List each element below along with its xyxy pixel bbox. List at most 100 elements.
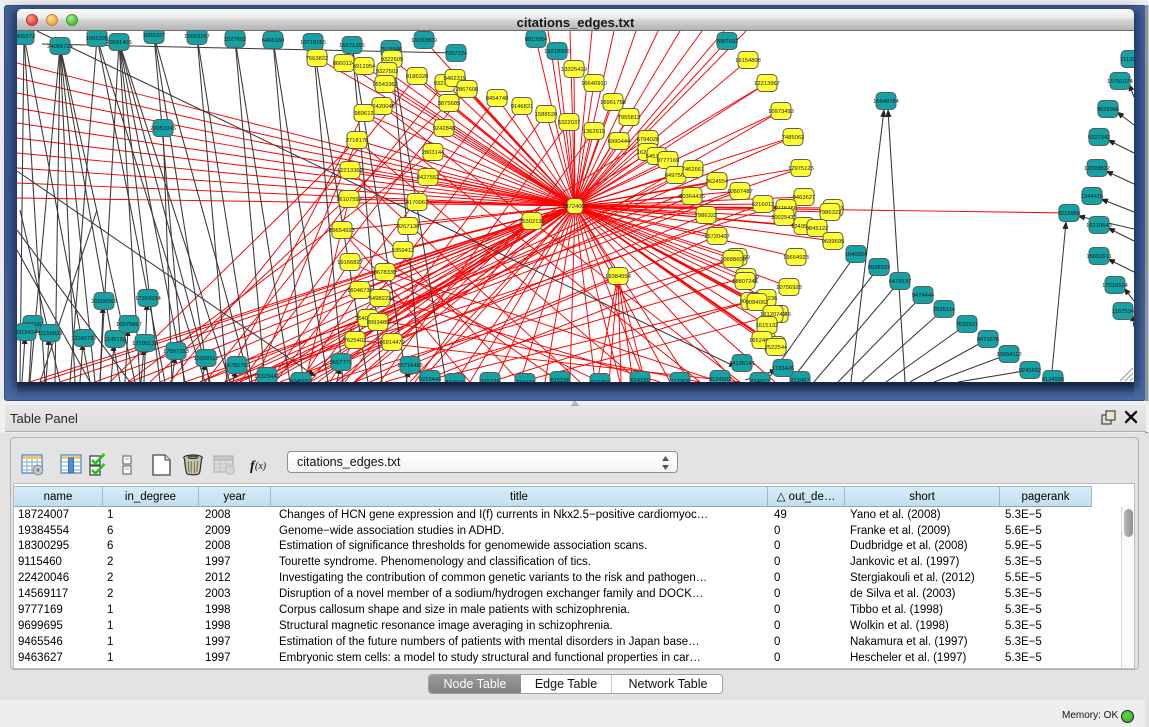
- svg-text:8471676: 8471676: [977, 337, 1000, 343]
- svg-text:9474444: 9474444: [912, 293, 935, 299]
- svg-text:10719155: 10719155: [300, 40, 326, 46]
- svg-text:18724007: 18724007: [562, 204, 588, 210]
- svg-text:7955812: 7955812: [618, 115, 641, 121]
- svg-text:2803144: 2803144: [422, 150, 445, 156]
- svg-text:10653267: 10653267: [184, 34, 210, 40]
- svg-text:1112934: 1112934: [1120, 57, 1134, 63]
- svg-text:1733426: 1733426: [772, 366, 795, 372]
- svg-text:9227342: 9227342: [1088, 135, 1111, 141]
- svg-text:3267130: 3267130: [397, 224, 420, 230]
- svg-text:7625402: 7625402: [344, 338, 367, 344]
- svg-text:25302135: 25302135: [519, 219, 545, 225]
- svg-text:2405572: 2405572: [17, 34, 35, 40]
- svg-text:12093822: 12093822: [1084, 166, 1110, 172]
- svg-text:8124505: 8124505: [1042, 377, 1065, 382]
- svg-text:15720407: 15720407: [704, 234, 730, 240]
- svg-text:15716485: 15716485: [397, 363, 423, 369]
- svg-text:11156829: 11156829: [38, 331, 63, 337]
- svg-text:10975867: 10975867: [116, 322, 142, 328]
- svg-text:1167534: 1167534: [1112, 309, 1134, 315]
- svg-text:834501: 834501: [445, 380, 464, 382]
- svg-text:12342737: 12342737: [71, 336, 97, 342]
- svg-text:9777169: 9777169: [657, 158, 680, 164]
- svg-text:8993489: 8993489: [367, 320, 390, 326]
- svg-text:20053346: 20053346: [150, 126, 176, 132]
- svg-text:16543362: 16543362: [372, 82, 398, 88]
- svg-text:1640954: 1640954: [845, 252, 868, 258]
- svg-text:1065327: 1065327: [143, 33, 166, 39]
- svg-text:2935114: 2935114: [933, 307, 956, 313]
- svg-text:9242848: 9242848: [433, 126, 456, 132]
- svg-text:912467: 912467: [790, 378, 809, 382]
- svg-text:2522544: 2522544: [765, 345, 788, 351]
- svg-text:8427552: 8427552: [417, 175, 440, 181]
- svg-text:5359412: 5359412: [392, 248, 415, 254]
- svg-text:734921: 734921: [515, 380, 534, 382]
- svg-text:7986322: 7986322: [695, 213, 718, 219]
- svg-text:16210643: 16210643: [1086, 223, 1112, 229]
- svg-text:16782759: 16782759: [224, 363, 250, 369]
- svg-text:1588520: 1588520: [535, 112, 558, 118]
- svg-text:7485063: 7485063: [782, 135, 805, 141]
- svg-text:7986322: 7986322: [819, 210, 842, 216]
- svg-text:824501: 824501: [750, 379, 769, 382]
- svg-text:19166827: 19166827: [337, 260, 363, 266]
- svg-text:18807245: 18807245: [732, 279, 758, 285]
- svg-text:9657771: 9657771: [330, 360, 353, 366]
- svg-text:1065326: 1065326: [86, 36, 109, 42]
- svg-text:2718176: 2718176: [346, 138, 369, 144]
- svg-text:3624554: 3624554: [706, 179, 729, 185]
- svg-text:8678335: 8678335: [374, 270, 397, 276]
- svg-text:5322037: 5322037: [558, 120, 581, 126]
- svg-text:12213369: 12213369: [337, 168, 363, 174]
- svg-text:8938923: 8938923: [868, 265, 891, 271]
- svg-text:9529966: 9529966: [1097, 107, 1120, 113]
- svg-text:12505135: 12505135: [132, 341, 158, 347]
- svg-text:16046738: 16046738: [347, 288, 373, 294]
- svg-text:13325419: 13325419: [561, 67, 587, 73]
- svg-text:9463627: 9463627: [793, 195, 816, 201]
- svg-text:10654112: 10654112: [996, 352, 1021, 358]
- svg-text:6990444: 6990444: [608, 139, 631, 145]
- svg-text:4170061: 4170061: [406, 200, 429, 206]
- svg-text:989612: 989612: [354, 111, 373, 117]
- svg-text:10688609: 10688609: [720, 257, 746, 263]
- svg-text:2887682: 2887682: [716, 39, 739, 45]
- svg-text:17359934: 17359934: [135, 296, 162, 302]
- svg-text:2867608: 2867608: [456, 87, 479, 93]
- svg-text:16648784: 16648784: [873, 99, 900, 105]
- svg-text:7357224: 7357224: [445, 51, 468, 57]
- svg-text:19654923: 19654923: [329, 228, 355, 234]
- svg-text:20364436: 20364436: [679, 194, 705, 200]
- svg-text:20206566: 20206566: [91, 299, 117, 305]
- svg-text:(x): (x): [255, 461, 267, 472]
- svg-text:3915424: 3915424: [17, 330, 38, 336]
- svg-text:9146821: 9146821: [511, 104, 534, 110]
- svg-text:12323446: 12323446: [254, 374, 280, 380]
- svg-text:17957253: 17957253: [163, 349, 189, 355]
- svg-text:912450: 912450: [590, 380, 609, 382]
- svg-text:7462661: 7462661: [682, 167, 705, 173]
- svg-text:15751074: 15751074: [1107, 79, 1134, 85]
- svg-text:9845122: 9845122: [806, 226, 829, 232]
- svg-text:6479197: 6479197: [889, 279, 912, 285]
- svg-text:9245052: 9245052: [290, 379, 313, 382]
- svg-text:3875685: 3875685: [438, 101, 461, 107]
- svg-text:8813054: 8813054: [525, 37, 548, 43]
- svg-text:16671355: 16671355: [339, 43, 365, 49]
- svg-text:8454749: 8454749: [486, 96, 509, 102]
- svg-text:6794028: 6794028: [637, 137, 660, 143]
- svg-text:10958117: 10958117: [193, 356, 218, 362]
- svg-text:12213967: 12213967: [754, 81, 780, 87]
- svg-text:10756928: 10756928: [776, 285, 802, 291]
- svg-text:14136141: 14136141: [729, 361, 755, 367]
- svg-text:24055724: 24055724: [47, 44, 74, 50]
- svg-text:9084062: 9084062: [746, 300, 769, 306]
- svg-text:20691406: 20691406: [106, 40, 132, 46]
- svg-text:19654923: 19654923: [783, 255, 809, 261]
- svg-text:9215446: 9215446: [419, 377, 442, 382]
- svg-text:7663822: 7663822: [306, 56, 329, 62]
- svg-text:9327503: 9327503: [376, 69, 399, 75]
- svg-text:10973493: 10973493: [768, 109, 794, 115]
- svg-text:16961758: 16961758: [600, 100, 626, 106]
